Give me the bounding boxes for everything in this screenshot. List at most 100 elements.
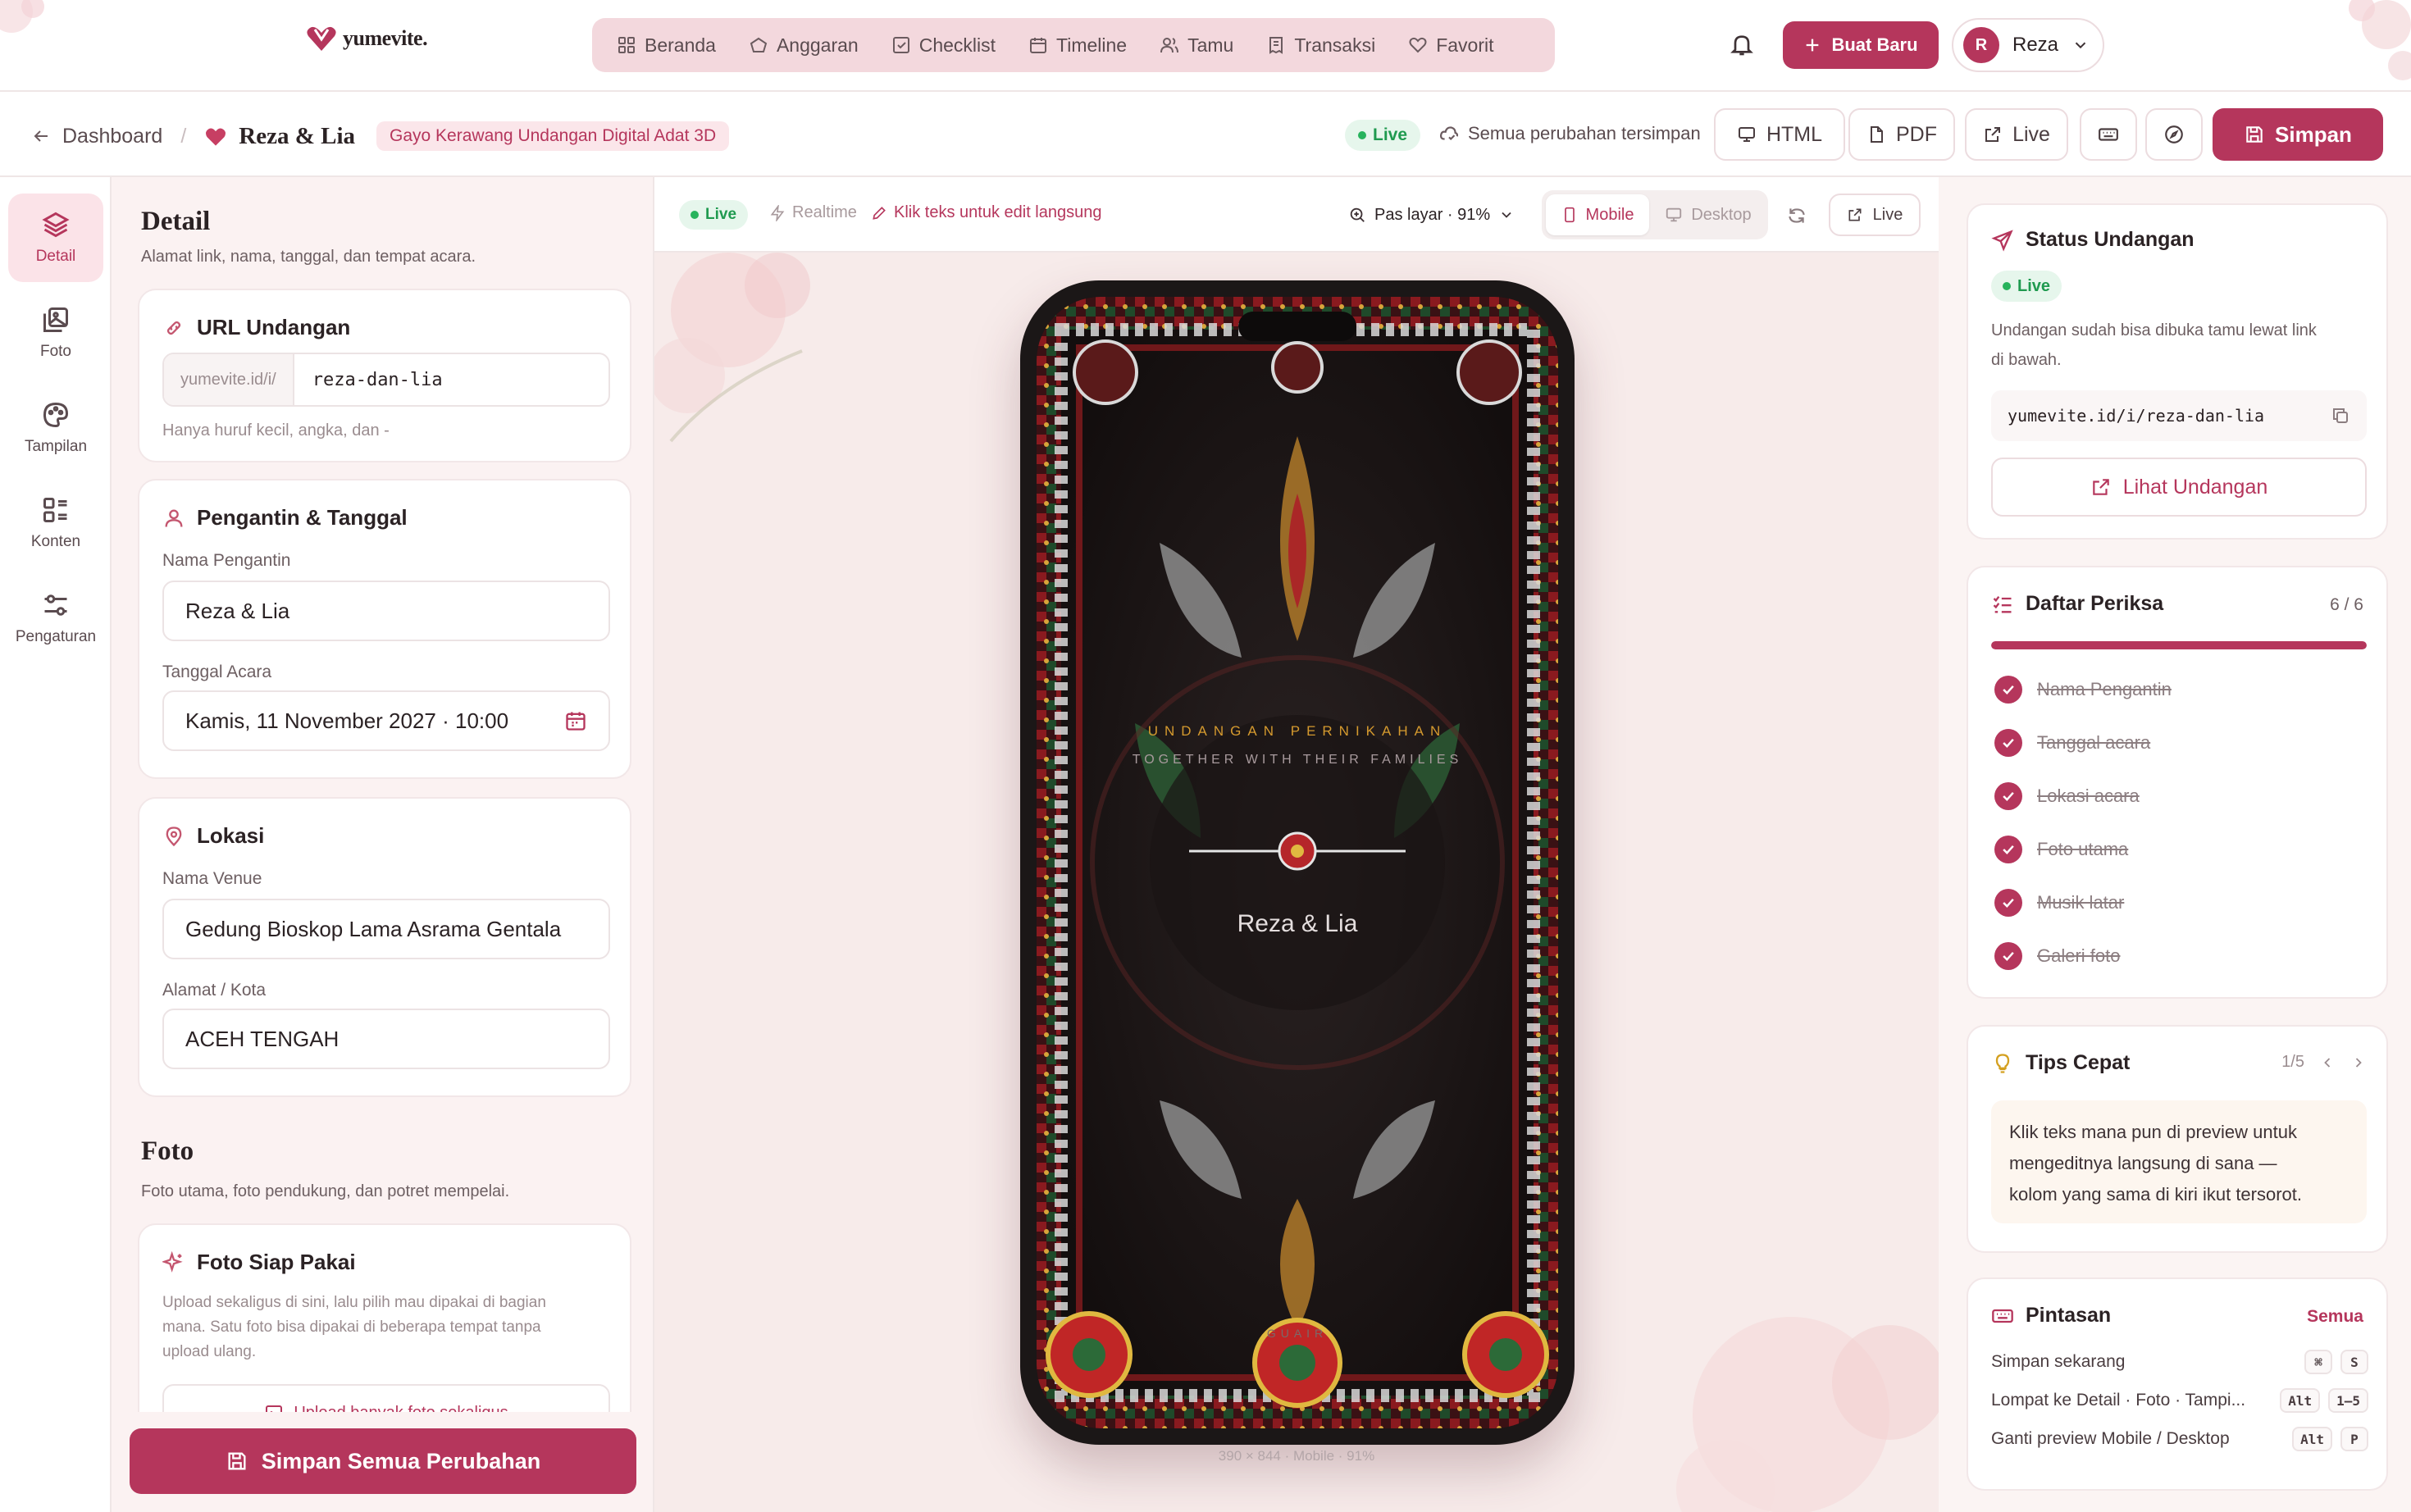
rail-item-detail[interactable]: Detail [8,194,103,282]
heart-icon [1409,37,1427,53]
save-button[interactable]: Simpan [2213,108,2383,161]
checklist-item-label: Foto utama [2037,839,2129,859]
zoom-select[interactable]: Pas layar · 91% [1337,194,1526,236]
desktop-toggle[interactable]: Desktop [1653,194,1763,235]
wallet-icon [750,37,768,52]
mobile-toggle[interactable]: Mobile [1546,194,1649,235]
shortcut-keys: ⌘ S [2304,1350,2368,1374]
checklist-item[interactable]: Galeri foto [1994,942,2121,970]
invite-couple-names[interactable]: Reza & Lia [1037,910,1558,938]
phone-icon [1564,207,1575,223]
nav-favorit[interactable]: Favorit [1395,25,1506,66]
shortcuts-all-link[interactable]: Semua [2307,1307,2363,1327]
nav-checklist[interactable]: Checklist [878,25,1009,66]
url-prefix: yumevite.id/i/ [164,354,294,405]
nav-tamu[interactable]: Tamu [1146,25,1247,66]
gayo-pattern-artwork [1037,297,1558,1428]
export-html-button[interactable]: HTML [1714,108,1845,161]
avatar: R [1963,27,1999,63]
url-slug-input[interactable]: reza-dan-lia [294,370,608,390]
explore-button[interactable] [2145,108,2203,161]
brand-name: yumevite. [343,26,428,50]
nav-anggaran[interactable]: Anggaran [736,25,872,66]
calendar-icon[interactable] [564,709,587,732]
breadcrumb-dashboard[interactable]: Dashboard [62,125,162,148]
event-date-input[interactable]: Kamis, 11 November 2027 · 10:00 [162,690,610,751]
view-invitation-button[interactable]: Lihat Undangan [1991,458,2367,517]
invite-heading[interactable]: UNDANGAN PERNIKAHAN [1037,723,1558,740]
grid-icon [618,37,635,53]
address-input[interactable]: ACEH TENGAH [162,1009,610,1069]
open-live-button[interactable]: Live [1965,108,2068,161]
copy-icon[interactable] [2331,406,2350,426]
lightbulb-icon [1995,1053,2010,1073]
create-new-button[interactable]: Buat Baru [1783,21,1939,69]
export-pdf-button[interactable]: PDF [1848,108,1955,161]
key-cap: 1–5 [2328,1388,2368,1413]
nav-timeline[interactable]: Timeline [1015,25,1140,66]
rail-item-pengaturan[interactable]: Pengaturan [8,574,103,663]
plus-icon [1807,39,1819,52]
checklist-item[interactable]: Musik latar [1994,889,2124,917]
bell-icon[interactable] [1729,31,1755,57]
nav-transaksi[interactable]: Transaksi [1253,25,1388,66]
invitation-link: yumevite.id/i/reza-dan-lia [2008,406,2265,426]
event-date-label: Tanggal Acara [162,663,272,681]
rail-item-tampilan[interactable]: Tampilan [8,384,103,472]
checklist-item-label: Galeri foto [2037,945,2121,966]
rail-label: Foto [39,343,72,360]
tips-content: Klik teks mana pun di preview untuk meng… [1991,1100,2367,1223]
keyboard-shortcuts-button[interactable] [2080,108,2137,161]
invitation-preview[interactable]: UNDANGAN PERNIKAHAN TOGETHER WITH THEIR … [1037,297,1558,1428]
check-circle-icon [1994,729,2022,757]
save-icon [2246,126,2263,143]
pencil-icon [873,206,886,220]
venue-input[interactable]: Gedung Bioskop Lama Asrama Gentala [162,899,610,959]
invitation-link-field: yumevite.id/i/reza-dan-lia [1991,390,2367,441]
couple-name-input[interactable]: Reza & Lia [162,581,610,641]
live-status-badge: Live [1345,120,1421,151]
section-rail: Detail Foto Tampilan Konten Pengaturan [0,177,112,1512]
nav-label: Beranda [645,34,716,56]
couple-card-header: Pengantin & Tanggal [162,505,408,531]
invite-subheading[interactable]: TOGETHER WITH THEIR FAMILIES [1037,753,1558,767]
chevron-left-icon[interactable] [2319,1054,2336,1071]
checklist-item[interactable]: Lokasi acara [1994,782,2140,810]
arrow-left-icon[interactable] [31,126,51,146]
checklist-item[interactable]: Nama Pengantin [1994,676,2172,704]
compass-icon [2165,125,2183,143]
tips-pager: 1/5 [2281,1053,2367,1072]
rail-item-foto[interactable]: Foto [8,289,103,377]
rail-item-konten[interactable]: Konten [8,479,103,567]
checklist-item[interactable]: Tanggal acara [1994,729,2150,757]
preview-live-button[interactable]: Live [1829,194,1921,236]
key-cap: ⌘ [2304,1350,2332,1374]
tips-card: Tips Cepat 1/5 Klik teks mana pun di pre… [1967,1025,2388,1253]
images-icon [43,307,68,332]
photo-section-subtitle: Foto utama, foto pendukung, dan potret m… [141,1182,510,1200]
url-card-title: URL Undangan [197,315,351,339]
shortcuts-card: Pintasan Semua Simpan sekarang ⌘ S Lompat k… [1967,1277,2388,1491]
check-circle-icon [1994,889,2022,917]
checklist-card-header: Daftar Periksa [1991,592,2163,616]
brand-logo[interactable]: yumevite. [305,25,428,52]
shortcut-keys: Alt 1–5 [2280,1388,2368,1413]
nav-beranda[interactable]: Beranda [604,25,729,66]
rail-label: Detail [35,248,76,265]
user-menu[interactable]: R Reza [1952,18,2104,72]
monitor-icon [1666,207,1682,222]
photo-card-desc: upload ulang. [162,1343,257,1360]
key-cap: P [2340,1427,2368,1451]
tips-page: 1/5 [2281,1053,2304,1071]
send-icon [1991,229,2013,252]
project-title: Reza & Lia [239,122,356,149]
user-icon [165,509,183,527]
checklist-item[interactable]: Foto utama [1994,836,2128,863]
check-circle-icon [1994,782,2022,810]
save-all-button[interactable]: Simpan Semua Perubahan [130,1428,636,1494]
chevron-down-icon [2075,42,2086,49]
chevron-right-icon[interactable] [2350,1054,2367,1071]
refresh-icon[interactable] [1786,205,1807,226]
save-all-label: Simpan Semua Perubahan [261,1448,541,1473]
users-icon [1160,38,1179,53]
